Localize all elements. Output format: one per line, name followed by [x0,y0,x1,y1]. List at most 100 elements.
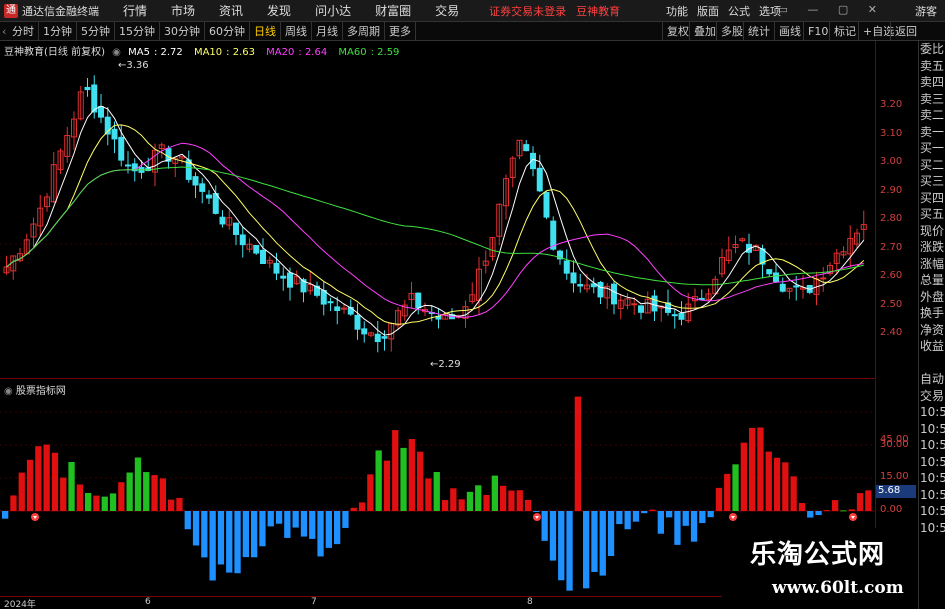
quote-panel-item: 买二 [920,157,945,172]
menu-discover[interactable]: 发现 [267,2,291,19]
indicator-name: 股票指标网 [15,386,66,397]
indicator-bar [201,511,208,558]
ma5-line [6,105,865,336]
menu-ask[interactable]: 问小达 [315,2,351,19]
draw-line-button[interactable]: 画线 [774,22,805,41]
period-5min[interactable]: 5分钟 [77,21,115,41]
indicator-bar [325,511,332,548]
indicator-bar [217,511,225,565]
login-status[interactable]: 证券交易未登录 [489,3,566,19]
period-weekly[interactable]: 周线 [281,21,312,41]
stock-label: 豆神教育(日线 前复权) [4,47,105,58]
price-tick: 2.80 [880,213,903,224]
mark-button[interactable]: 标记 [829,22,860,41]
price-tick: 3.10 [880,128,903,139]
indicator-bar [400,447,407,511]
candle-body [563,260,570,274]
window-controls[interactable]: ▭ — ▢ ✕ [778,3,886,16]
period-1min[interactable]: 1分钟 [39,21,77,41]
quote-panel-item: 现价 [920,223,945,238]
period-timeline[interactable]: 分时 [8,21,39,41]
indicator-bar [109,493,117,511]
quote-panel-item: 外盘 [920,289,945,304]
candle-body [192,176,199,186]
menu-layout[interactable]: 版面 [697,3,719,19]
menu-wealth[interactable]: 财富圈 [375,2,411,19]
indicator-bar [500,485,507,511]
quote-panel: 委比 卖五 卖四 卖三 卖二 卖一 买一 买二 买三 买四 买五 现价 涨跌 涨幅 总量 外盘 换手 净资 收益 自动… [918,41,945,609]
quote-panel-item: 10:54 [920,438,945,452]
candle-body [287,272,293,288]
indicator-bar [60,477,67,511]
guest-label[interactable]: 游客 [915,3,937,19]
candle-body [766,269,773,275]
f10-button[interactable]: F10 [803,22,832,41]
candle-body [98,106,104,118]
candle-body [354,314,361,330]
indicator-bar [558,511,565,581]
menu-formula[interactable]: 公式 [728,3,750,19]
indicator-bar [508,490,515,511]
quote-panel-item: 10:54 [920,504,945,518]
candle-body [374,333,381,343]
quote-panel-item: 卖一 [920,124,945,139]
low-price-label: ←2.29 [430,359,461,370]
quote-panel-item: 卖三 [920,91,945,106]
date-tick: 7 [311,597,317,607]
indicator-bar [483,494,490,511]
settings-icon[interactable]: ◉ [112,47,121,58]
period-30min[interactable]: 30分钟 [160,21,205,41]
price-tick: 3.20 [880,99,903,110]
indicator-bar [749,427,756,511]
period-15min[interactable]: 15分钟 [115,21,160,41]
settings-icon[interactable]: ◉ [4,386,13,397]
indicator-tick: 15.00 [880,471,909,482]
menu-news[interactable]: 资讯 [219,2,243,19]
stats-button[interactable]: 统计 [743,22,774,41]
quote-panel-item: 买五 [920,207,945,221]
price-tick: 3.00 [880,156,903,167]
indicator-bar [549,511,557,561]
candle-body [334,306,341,311]
indicator-bar [524,499,532,511]
price-tick: 2.90 [880,185,903,196]
period-60min[interactable]: 60分钟 [205,21,250,41]
candle-body [793,285,800,288]
candle-body [523,144,530,152]
candle-body [233,222,239,235]
indicator-bar [317,511,324,557]
indicator-bar [417,451,424,511]
candle-body [779,283,786,292]
indicator-tick: 0.00 [880,504,903,515]
high-price-label: ←3.36 [118,60,149,71]
back-button[interactable]: 返回 [890,22,921,41]
period-monthly[interactable]: 月线 [312,21,343,41]
period-more[interactable]: 更多 [385,21,416,41]
indicator-bar [126,472,133,511]
kline-chart[interactable]: ←3.36 ←2.29 [0,41,875,379]
indicator-bar [740,442,747,511]
indicator-bar [392,430,399,511]
indicator-bar [184,511,191,530]
menu-trade[interactable]: 交易 [435,2,459,19]
menu-function[interactable]: 功能 [666,3,688,19]
ma60-label: MA60: 2.59 [338,47,400,58]
quote-panel-item: 委比 [920,42,945,56]
quote-panel-item: 交易 [920,388,945,403]
period-daily[interactable]: 日线 [250,21,281,41]
menu-quotes[interactable]: 行情 [123,2,147,19]
ma20-label: MA20: 2.64 [266,47,328,58]
indicator-bar [607,511,615,557]
candle-body [570,272,577,284]
indicator-bar [367,474,374,511]
indicator-legend: ◉ 股票指标网 [4,382,66,397]
indicator-bar [699,511,706,524]
indicator-bar [823,510,830,512]
quote-panel-item: 10:54 [920,454,945,469]
menu-market[interactable]: 市场 [171,2,195,19]
ma10-label: MA10: 2.63 [193,47,255,58]
collapse-icon[interactable]: ‹ [0,25,8,38]
candle-body [320,289,327,305]
period-multi[interactable]: 多周期 [343,21,385,41]
indicator-bar [807,511,814,518]
